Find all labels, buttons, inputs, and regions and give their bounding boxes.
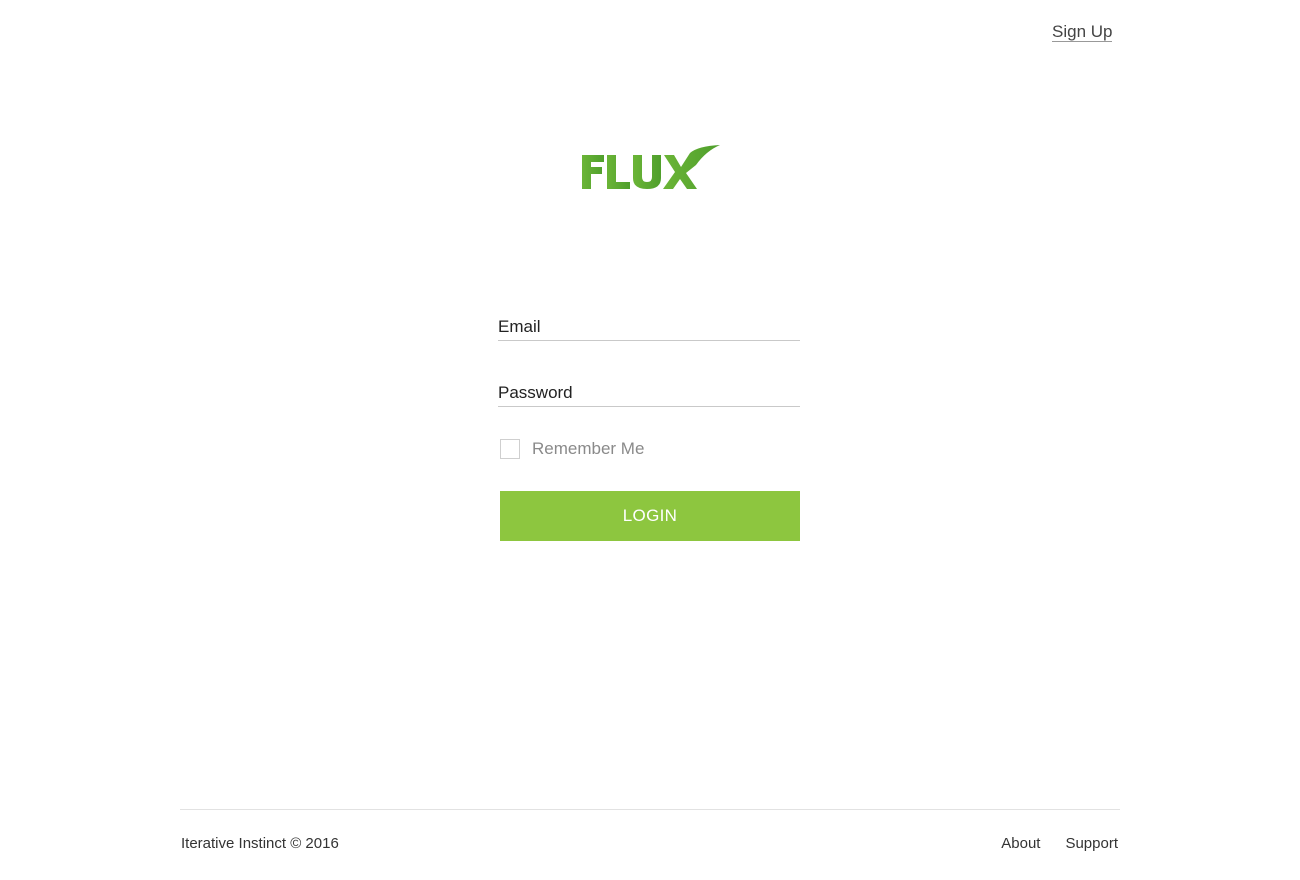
password-input[interactable] xyxy=(498,371,800,406)
remember-me-checkbox[interactable] xyxy=(500,439,520,459)
email-input[interactable] xyxy=(498,305,800,340)
remember-me-label[interactable]: Remember Me xyxy=(532,439,644,459)
remember-me-row: Remember Me xyxy=(500,437,800,461)
support-link[interactable]: Support xyxy=(1065,835,1118,852)
email-field-wrapper xyxy=(498,305,800,341)
login-button[interactable]: LOGIN xyxy=(500,491,800,541)
login-page: Sign Up Remember xyxy=(0,0,1300,880)
password-field-wrapper xyxy=(498,371,800,407)
login-form: Remember Me LOGIN xyxy=(498,305,800,541)
footer: Iterative Instinct © 2016 About Support xyxy=(180,809,1120,880)
about-link[interactable]: About xyxy=(1001,835,1040,852)
copyright-text: Iterative Instinct © 2016 xyxy=(181,835,339,852)
footer-links: About Support xyxy=(1001,835,1118,852)
sign-up-link[interactable]: Sign Up xyxy=(1052,22,1113,42)
flux-logo xyxy=(580,143,722,193)
